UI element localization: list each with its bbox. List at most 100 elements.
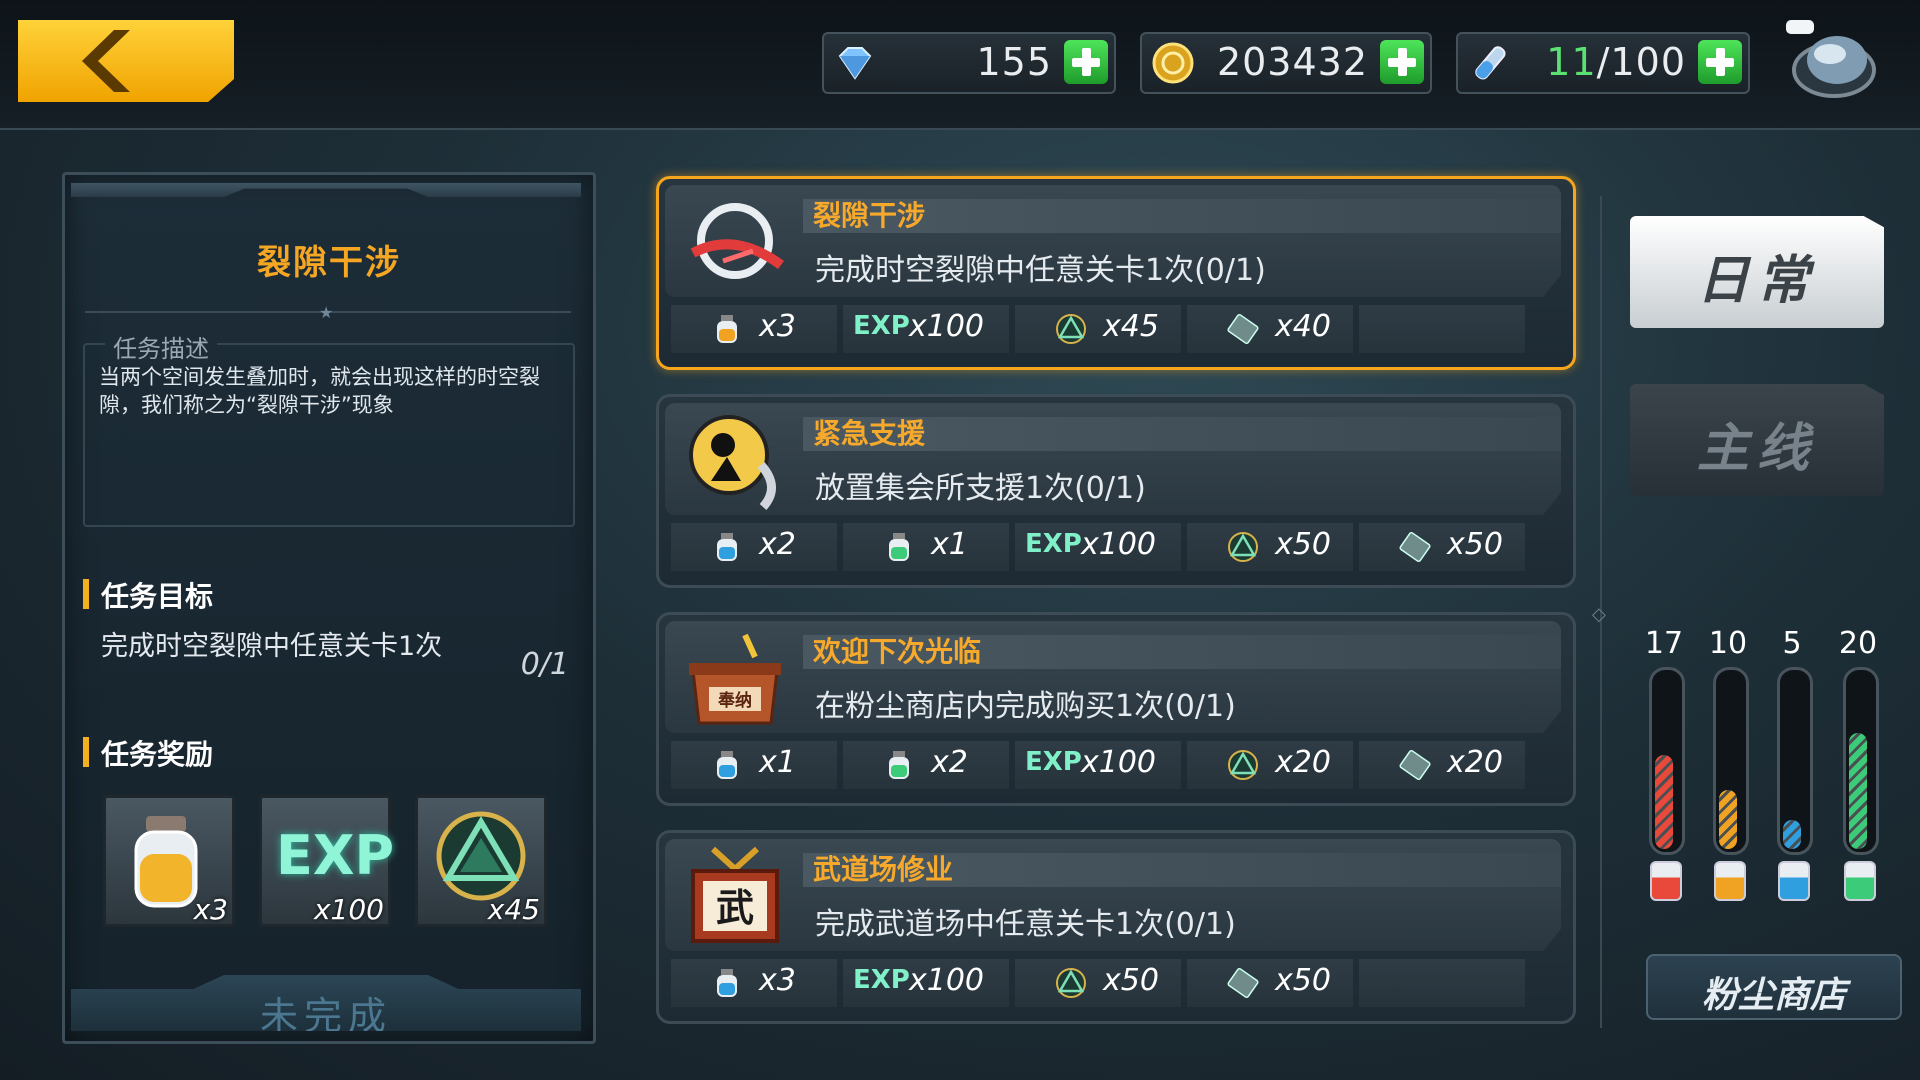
reward-qty: x100 [313, 893, 384, 926]
blue-potion-icon [717, 533, 737, 561]
ticket-icon [1227, 967, 1259, 999]
stamina-counter: 11/100 [1456, 32, 1750, 94]
dust-gauge-value: 17 [1644, 626, 1684, 661]
top-bar: 155 203432 11/100 [0, 0, 1920, 130]
reward-slot[interactable]: EXP x100 [843, 305, 1009, 353]
mission-card[interactable]: 奉纳 欢迎下次光临 在粉尘商店内完成购买1次(0/1) x1 x2 EXP x100 x20 x… [656, 612, 1576, 806]
reward-slot [1359, 305, 1525, 353]
dust-shop-button[interactable]: 粉尘商店 [1646, 954, 1902, 1020]
scroll-handle-icon[interactable]: ◇ [1592, 604, 1606, 625]
reward-slot[interactable]: x3 [671, 305, 837, 353]
star-ornament-icon: ★ [319, 303, 334, 322]
reward-slot[interactable]: x50 [1187, 523, 1353, 571]
tab-main[interactable]: 主线 [1630, 384, 1884, 496]
reward-qty: x2 [931, 745, 968, 780]
stamina-vial-icon [1475, 46, 1506, 80]
mission-header: 奉纳 欢迎下次光临 在粉尘商店内完成购买1次(0/1) [665, 621, 1561, 733]
description-label: 任务描述 [105, 329, 217, 364]
mission-title: 紧急支援 [803, 417, 1561, 451]
emblem-icon [1056, 968, 1086, 998]
mission-title: 武道场修业 [803, 853, 1561, 887]
dust-gauge-fill [1655, 755, 1673, 849]
dust-gauge-tube [1843, 667, 1879, 855]
reward-slot[interactable]: x45 [1015, 305, 1181, 353]
mission-header: 武 武道场修业 完成武道场中任意关卡1次(0/1) [665, 839, 1561, 951]
reward-slot[interactable]: x40 [1187, 305, 1353, 353]
exp-icon: EXP [853, 311, 910, 341]
emblem-icon [1056, 314, 1086, 344]
reward-qty: x3 [193, 893, 228, 926]
mission-header: 紧急支援放置集会所支援1次(0/1) [665, 403, 1561, 515]
reward-tile-emblem[interactable]: x45 [415, 795, 547, 927]
dust-gauge-fill [1849, 733, 1867, 849]
exp-icon: EXP [276, 824, 395, 887]
helmet-icon[interactable] [1782, 8, 1882, 108]
reward-slot[interactable]: x20 [1187, 741, 1353, 789]
reward-qty: x45 [487, 893, 540, 926]
mission-card[interactable]: 裂隙干涉 完成时空裂隙中任意关卡1次(0/1) x3 EXP x100 x45 x40 [656, 176, 1576, 370]
dust-gauge: 10 [1708, 626, 1749, 901]
green-potion-icon [889, 533, 909, 561]
reward-qty: x50 [1447, 527, 1503, 562]
blue-potion-icon [717, 969, 737, 997]
dust-gauge-tube [1649, 667, 1685, 855]
dust-gauge-fill [1719, 790, 1737, 849]
mission-rewards: x2 x1 EXP x100 x50 x50 [671, 523, 1557, 571]
reward-slot [1359, 959, 1525, 1007]
stamina-max: /100 [1596, 40, 1686, 84]
dust-gauge-fill [1783, 820, 1801, 849]
reward-slot[interactable]: EXP x100 [1015, 523, 1181, 571]
reward-slot[interactable]: x2 [671, 523, 837, 571]
reward-slot[interactable]: EXP x100 [843, 959, 1009, 1007]
exp-icon: EXP [1025, 529, 1082, 559]
mission-description: 放置集会所支援1次(0/1) [815, 471, 1146, 506]
reward-slot[interactable]: x20 [1359, 741, 1525, 789]
reward-qty: x100 [1081, 527, 1157, 562]
dust-gauge: 5 [1772, 626, 1813, 901]
svg-text:武: 武 [716, 886, 754, 930]
donation-box-icon: 奉纳 [683, 627, 787, 731]
dust-gauge: 17 [1644, 626, 1685, 901]
reward-qty: x50 [1275, 963, 1331, 998]
dust-bottle-icon [1650, 861, 1682, 901]
back-button[interactable] [18, 20, 234, 102]
reward-tile-exp[interactable]: EXP x100 [259, 795, 395, 927]
ticket-icon [1227, 313, 1259, 345]
reward-qty: x50 [1103, 963, 1159, 998]
reward-qty: x20 [1275, 745, 1331, 780]
support-call-icon [683, 409, 787, 513]
mission-rewards: x3 EXP x100 x50 x50 [671, 959, 1557, 1007]
reward-slot[interactable]: x2 [843, 741, 1009, 789]
status-text: 未完成 [259, 994, 392, 1038]
exp-icon: EXP [1025, 747, 1082, 777]
back-arrow-icon [82, 30, 130, 92]
mission-rewards: x1 x2 EXP x100 x20 x20 [671, 741, 1557, 789]
reward-tile-potion[interactable]: x3 [103, 795, 235, 927]
reward-qty: x3 [759, 963, 796, 998]
rift-icon [683, 191, 787, 295]
dojo-sign-icon: 武 [683, 845, 787, 949]
dust-gauge: 20 [1838, 626, 1879, 901]
tab-daily[interactable]: 日常 [1630, 216, 1884, 328]
add-stamina-button[interactable] [1698, 40, 1742, 84]
dust-shop-label: 粉尘商店 [1701, 975, 1846, 1016]
reward-slot[interactable]: x50 [1015, 959, 1181, 1007]
dust-gauge-tube [1777, 667, 1813, 855]
reward-qty: x3 [759, 309, 796, 344]
reward-slot[interactable]: x3 [671, 959, 837, 1007]
reward-slot[interactable]: x50 [1187, 959, 1353, 1007]
add-coins-button[interactable] [1380, 40, 1424, 84]
mission-card[interactable]: 武 武道场修业 完成武道场中任意关卡1次(0/1) x3 EXP x100 x50 x50 [656, 830, 1576, 1024]
reward-qty: x100 [909, 309, 985, 344]
green-potion-icon [889, 751, 909, 779]
reward-slot[interactable]: x1 [843, 523, 1009, 571]
reward-slot[interactable]: x1 [671, 741, 837, 789]
mission-rewards: x3 EXP x100 x45 x40 [671, 305, 1557, 353]
reward-slot[interactable]: x50 [1359, 523, 1525, 571]
mission-detail-panel: 裂隙干涉 ★ 任务描述 当两个空间发生叠加时，就会出现这样的时空裂隙，我们称之为… [62, 172, 596, 1044]
exp-icon: EXP [853, 965, 910, 995]
mission-card[interactable]: 紧急支援 放置集会所支援1次(0/1) x2 x1 EXP x100 x50 x50 [656, 394, 1576, 588]
coin-counter: 203432 [1140, 32, 1432, 94]
reward-slot[interactable]: EXP x100 [1015, 741, 1181, 789]
add-gems-button[interactable] [1064, 40, 1108, 84]
